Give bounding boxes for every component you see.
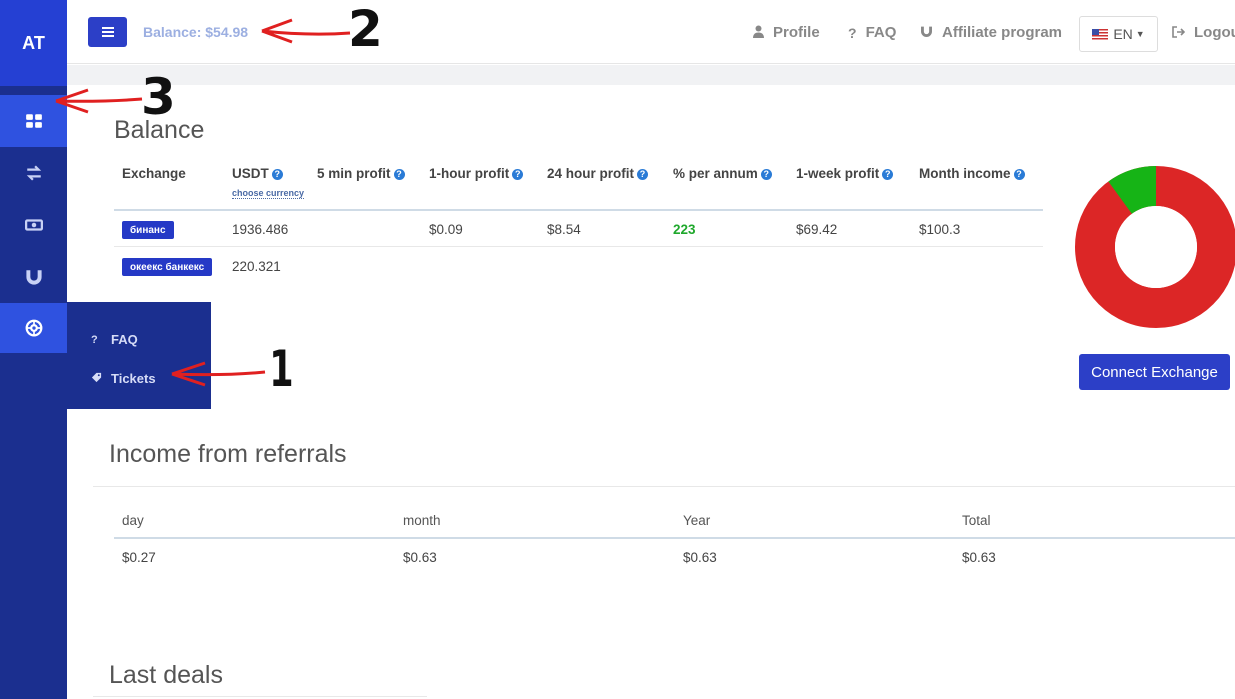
annotation-arrow-1 — [171, 361, 266, 387]
annotation-arrow-3 — [55, 88, 143, 114]
annotation-arrow-2 — [261, 18, 351, 44]
annotation-overlay — [55, 18, 351, 387]
annotation-number-2: 2 — [348, 0, 383, 58]
annotation-number-3: 3 — [141, 68, 176, 126]
annotation-number-1: 1 — [269, 340, 294, 398]
